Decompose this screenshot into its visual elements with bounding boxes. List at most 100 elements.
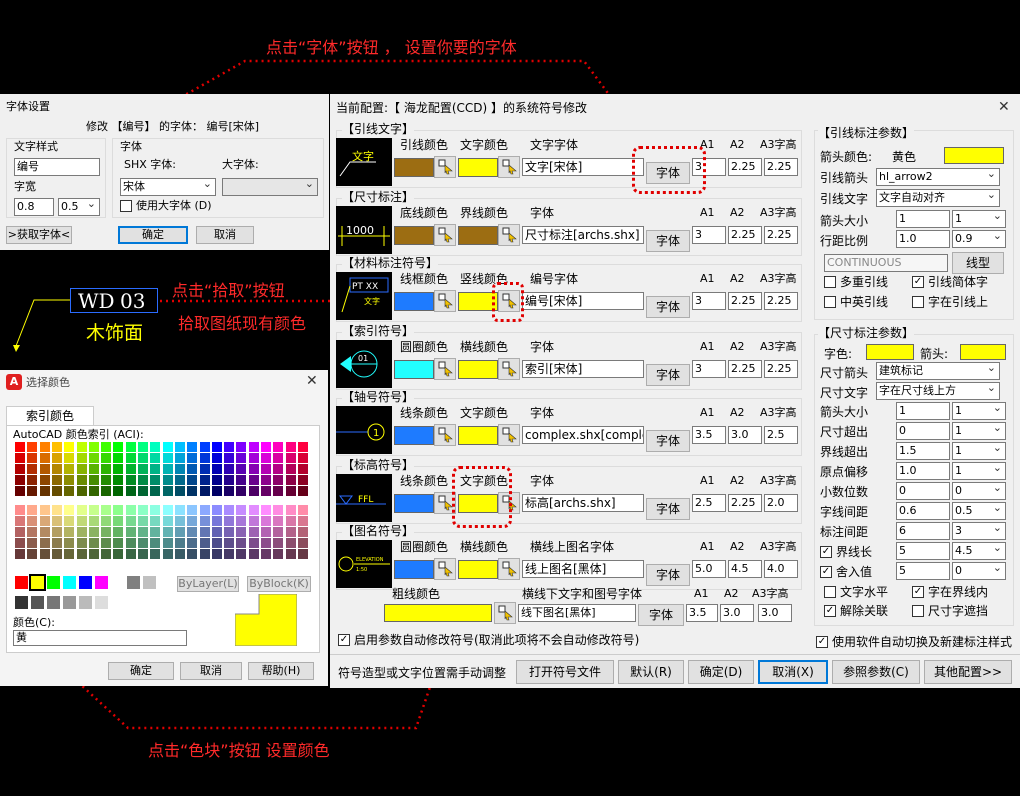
aci-cell[interactable] [297, 486, 308, 496]
color1-swatch[interactable] [394, 158, 434, 177]
aci-cell[interactable] [27, 453, 38, 463]
aci-cell[interactable] [248, 549, 259, 559]
aci-cell[interactable] [273, 486, 284, 496]
aci-cell[interactable] [64, 486, 75, 496]
aci-cell[interactable] [236, 527, 247, 537]
a3-input[interactable]: 2.25 [764, 158, 798, 176]
aci-cell[interactable] [236, 486, 247, 496]
aci-cell[interactable] [261, 527, 271, 537]
a1-input[interactable]: 3 [692, 360, 726, 378]
aci-cell[interactable] [297, 464, 308, 474]
aci-cell[interactable] [51, 453, 62, 463]
byblock-button[interactable]: ByBlock(K) [247, 576, 311, 592]
a2-input[interactable]: 3.0 [728, 426, 762, 444]
aci-cell[interactable] [113, 516, 124, 526]
aci-cell[interactable] [150, 505, 161, 515]
aci-cell[interactable] [51, 527, 62, 537]
aci-cell[interactable] [248, 464, 259, 474]
aci-cell[interactable] [15, 464, 25, 474]
aci-cell[interactable] [174, 453, 185, 463]
aci-cell[interactable] [236, 475, 247, 485]
reference-params-button[interactable]: 参照参数(C) [832, 660, 920, 684]
aci-cell[interactable] [174, 549, 185, 559]
color1-swatch[interactable] [394, 426, 434, 445]
aci-cell[interactable] [51, 486, 62, 496]
font-button[interactable]: 字体 [646, 364, 690, 386]
aci-cell[interactable] [88, 538, 99, 548]
aci-cell[interactable] [224, 475, 235, 485]
aci-cell[interactable] [224, 549, 235, 559]
aci-cell[interactable] [15, 453, 25, 463]
aci-cell[interactable] [27, 464, 38, 474]
aci-cell[interactable] [211, 442, 222, 452]
aci-cell[interactable] [199, 505, 210, 515]
aci-cell[interactable] [224, 442, 235, 452]
aci-cell[interactable] [162, 442, 173, 452]
aci-cell[interactable] [138, 475, 148, 485]
aci-cell[interactable] [27, 442, 38, 452]
aci-cell[interactable] [224, 486, 235, 496]
aci-cell[interactable] [297, 538, 308, 548]
aci-cell[interactable] [273, 464, 284, 474]
font-button[interactable]: 字体 [646, 564, 690, 586]
aci-cell[interactable] [76, 538, 87, 548]
aci-cell[interactable] [125, 453, 136, 463]
color2-pick-button[interactable] [498, 558, 520, 580]
a1-input[interactable]: 3.5 [692, 426, 726, 444]
aci-cell[interactable] [101, 538, 112, 548]
aci-cell[interactable] [236, 516, 247, 526]
aci-cell[interactable] [297, 453, 308, 463]
font-input[interactable]: 索引[宋体] [522, 360, 644, 378]
aci-cell[interactable] [39, 549, 50, 559]
dim-row-select[interactable]: 0.5 [952, 502, 1006, 520]
font-cancel-button[interactable]: 取消 [196, 226, 254, 244]
aci-cell[interactable] [88, 486, 99, 496]
standard-color-cell[interactable] [111, 576, 124, 589]
aci-cell[interactable] [113, 442, 124, 452]
close-icon[interactable]: ✕ [306, 373, 318, 389]
aci-cell[interactable] [101, 505, 112, 515]
aci-cell[interactable] [211, 538, 222, 548]
aci-cell[interactable] [211, 549, 222, 559]
aci-cell[interactable] [138, 486, 148, 496]
aci-cell[interactable] [187, 505, 198, 515]
aci-cell[interactable] [199, 516, 210, 526]
aci-cell[interactable] [88, 516, 99, 526]
dim-row-input[interactable]: 1.5 [896, 442, 950, 460]
aci-cell[interactable] [150, 464, 161, 474]
aci-cell[interactable] [15, 475, 25, 485]
a1-input[interactable]: 3 [692, 226, 726, 244]
thick-line-color-swatch[interactable] [384, 604, 492, 622]
aci-cell[interactable] [174, 505, 185, 515]
aci-cell[interactable] [273, 475, 284, 485]
aci-cell[interactable] [285, 453, 296, 463]
aci-cell[interactable] [150, 453, 161, 463]
font-input[interactable]: 编号[宋体] [522, 292, 644, 310]
aci-cell[interactable] [285, 549, 296, 559]
aci-cell[interactable] [27, 486, 38, 496]
aci-cell[interactable] [261, 516, 271, 526]
aci-cell[interactable] [297, 505, 308, 515]
line-ratio-input[interactable]: 1.0 [896, 230, 950, 248]
bylayer-button[interactable]: ByLayer(L) [177, 576, 239, 592]
color2-swatch[interactable] [458, 360, 498, 379]
aci-cell[interactable] [76, 475, 87, 485]
aci-cell[interactable] [76, 486, 87, 496]
aci-cell[interactable] [113, 453, 124, 463]
aci-cell[interactable] [138, 464, 148, 474]
aci-cell[interactable] [39, 505, 50, 515]
standard-color-cell[interactable] [127, 576, 140, 589]
aci-cell[interactable] [138, 505, 148, 515]
aci-cell[interactable] [76, 442, 87, 452]
dim-row-input[interactable]: 5 [896, 542, 950, 560]
aci-cell[interactable] [138, 453, 148, 463]
standard-color-cell[interactable] [47, 576, 60, 589]
dim-row-select[interactable]: 0 [952, 562, 1006, 580]
aci-cell[interactable] [113, 464, 124, 474]
leader-text-select[interactable]: 文字自动对齐 [876, 189, 1000, 207]
a3-input[interactable]: 2.0 [764, 494, 798, 512]
standard-color-cell[interactable] [63, 576, 76, 589]
aci-cell[interactable] [236, 453, 247, 463]
aci-cell[interactable] [224, 538, 235, 548]
standard-color-cell[interactable] [143, 576, 156, 589]
